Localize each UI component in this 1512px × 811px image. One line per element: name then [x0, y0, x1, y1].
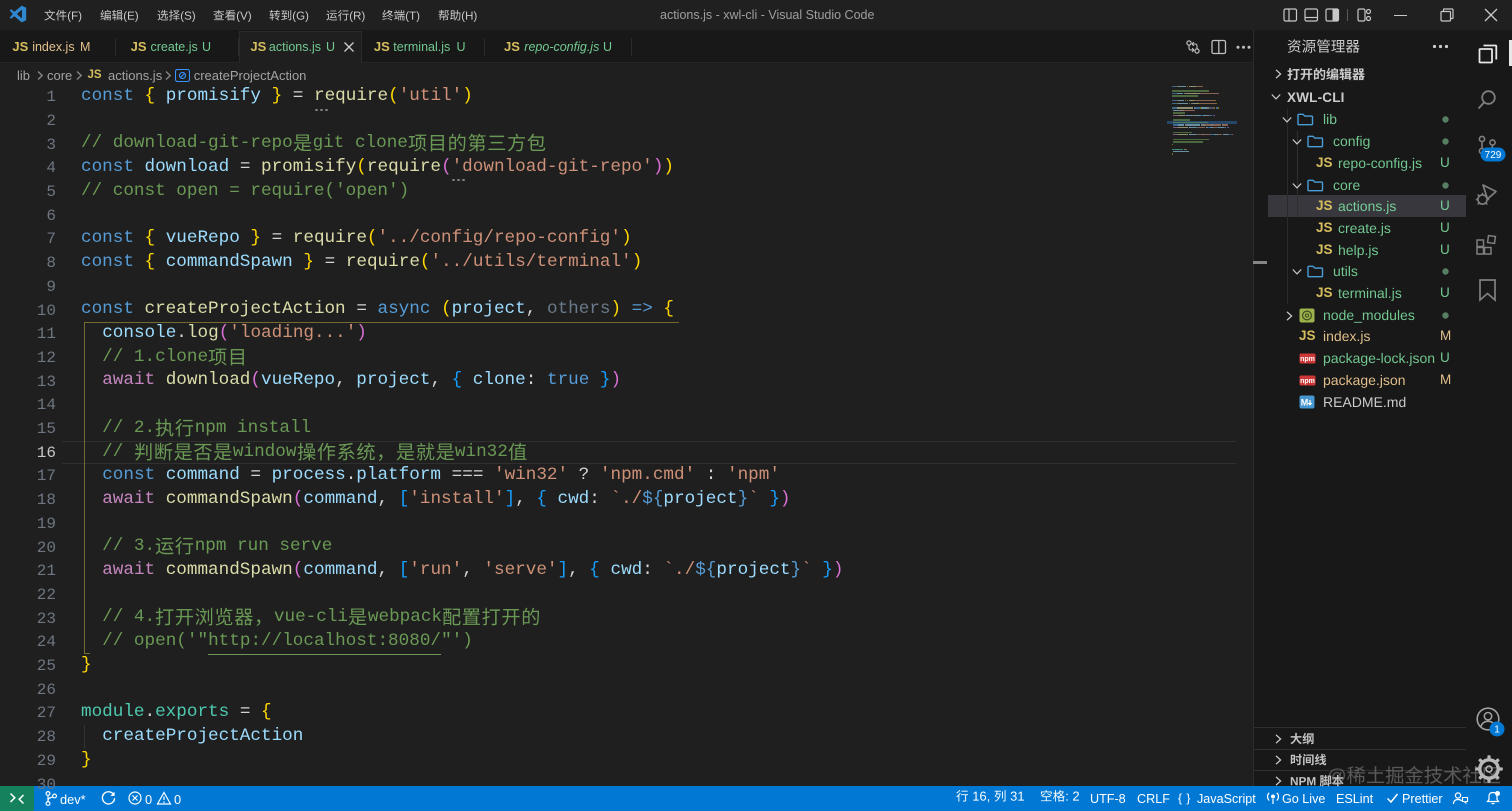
svg-text:npm: npm [1300, 378, 1315, 385]
svg-text:1: 1 [1494, 725, 1500, 736]
svg-text:729: 729 [1485, 150, 1502, 161]
svg-text:M: M [1301, 397, 1309, 407]
svg-text:npm: npm [1300, 356, 1315, 363]
